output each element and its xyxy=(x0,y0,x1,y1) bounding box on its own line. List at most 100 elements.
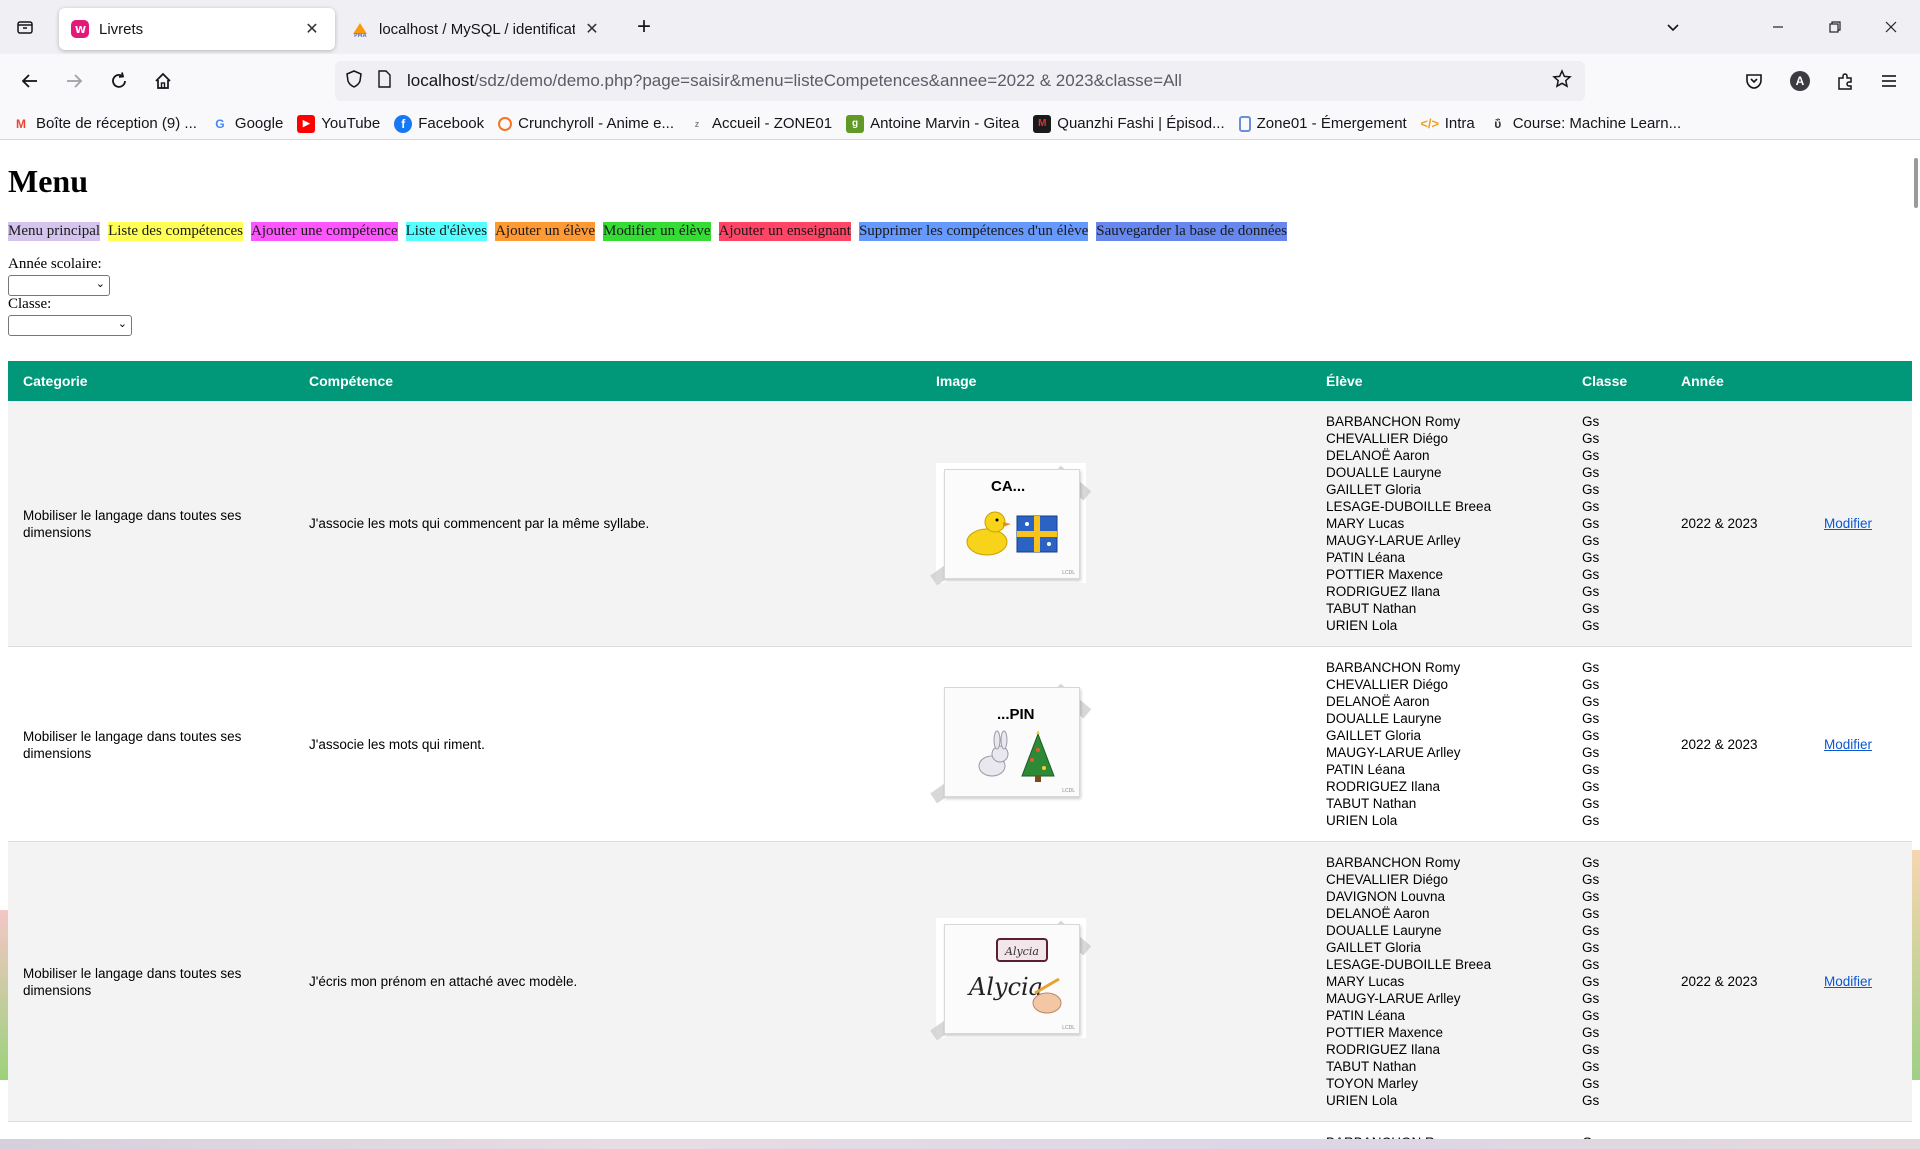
menu-link-main[interactable]: Menu principal xyxy=(8,222,101,241)
row-annee: 2022 & 2023 xyxy=(1681,974,1758,989)
row-annee: 2022 & 2023 xyxy=(1681,516,1758,531)
bookmarks-bar: M Boîte de réception (9) ... G Google ▶ You… xyxy=(0,108,1920,140)
account-avatar-icon[interactable]: A xyxy=(1784,65,1816,97)
modifier-link[interactable]: Modifier xyxy=(1824,516,1872,531)
google-icon: G xyxy=(215,116,225,131)
table-row: Mobiliser le langage dans toutes ses dim… xyxy=(8,842,1912,1122)
bookmark-gitea[interactable]: g Antoine Marvin - Gitea xyxy=(846,114,1019,133)
tab-title: Livrets xyxy=(99,20,144,38)
row-students: BARBANCHON Romy CHEVALLIER Diégo DAVIGNON … xyxy=(1326,855,1492,1108)
youtube-icon: ▶ xyxy=(297,114,316,133)
svg-text:PMA: PMA xyxy=(354,33,367,38)
close-tab-icon[interactable]: ✕ xyxy=(301,19,323,39)
menu-link-add-teacher[interactable]: Ajouter un enseignant xyxy=(718,222,851,241)
page-icon xyxy=(369,69,399,93)
bookmark-facebook[interactable]: f Facebook xyxy=(394,114,484,133)
reload-icon[interactable] xyxy=(103,65,135,97)
row-annee: 2022 & 2023 xyxy=(1681,737,1758,752)
url-path: /sdz/demo/demo.php?page=saisir&menu=list… xyxy=(474,71,1182,90)
svg-text:Alycia: Alycia xyxy=(1004,945,1039,958)
name-writing-illustration: Alycia Alycia xyxy=(967,938,1062,1014)
bookmark-gmail[interactable]: M Boîte de réception (9) ... xyxy=(12,115,197,133)
zone01-emargement-icon xyxy=(1238,115,1251,132)
bookmark-star-icon[interactable] xyxy=(1547,68,1577,94)
forward-arrow-icon[interactable] xyxy=(58,65,90,97)
bookmark-intra[interactable]: </> Intra xyxy=(1420,115,1474,133)
bookmark-google[interactable]: G Google xyxy=(211,115,283,133)
background-decoration xyxy=(1912,850,1920,1080)
menu-link-add-student[interactable]: Ajouter un élève xyxy=(495,222,596,241)
close-window-icon[interactable] xyxy=(1868,10,1914,44)
table-row: Mobiliser le langage dans toutes ses dim… xyxy=(8,647,1912,842)
chevron-down-icon: ⌄ xyxy=(95,278,105,290)
phpmyadmin-icon: PMA xyxy=(351,20,369,38)
menu-link-competences-list[interactable]: Liste des compétences xyxy=(108,222,244,241)
page-viewport: Menu Menu principal Liste des compétence… xyxy=(0,141,1920,1149)
gitea-icon: g xyxy=(846,114,865,133)
scrollbar-thumb[interactable] xyxy=(1914,158,1918,208)
bookmark-course[interactable]: ΰ Course: Machine Learn... xyxy=(1489,115,1681,133)
header-eleve: Élève xyxy=(1326,373,1363,389)
modifier-link[interactable]: Modifier xyxy=(1824,737,1872,752)
facebook-icon: f xyxy=(394,114,413,133)
menu-link-add-competence[interactable]: Ajouter une compétence xyxy=(251,222,398,241)
menu-link-delete-competences[interactable]: Supprimer les compétences d'un élève xyxy=(858,222,1089,241)
bookmark-youtube[interactable]: ▶ YouTube xyxy=(297,114,380,133)
menu-link-backup-db[interactable]: Sauvegarder la base de données xyxy=(1096,222,1288,241)
restore-icon[interactable] xyxy=(1812,10,1858,44)
bookmark-zone01-emargement[interactable]: Zone01 - Émergement xyxy=(1238,115,1407,132)
gmail-icon: M xyxy=(16,116,26,131)
new-tab-button[interactable]: + xyxy=(628,11,660,43)
bookmark-zone01[interactable]: z Accueil - ZONE01 xyxy=(688,115,832,133)
menu-link-edit-student[interactable]: Modifier un élève xyxy=(603,222,711,241)
table-row: Mobiliser le langage dans toutes ses dim… xyxy=(8,401,1912,647)
bookmark-quanzhi[interactable]: M Quanzhi Fashi | Épisod... xyxy=(1033,114,1225,133)
page-title: Menu xyxy=(8,163,88,199)
back-arrow-icon[interactable] xyxy=(14,65,46,97)
competences-table: Categorie Compétence Image Élève Classe … xyxy=(8,361,1912,1149)
year-label: Année scolaire: xyxy=(8,256,102,272)
wampserver-icon: W xyxy=(71,20,89,38)
class-label: Classe: xyxy=(8,296,52,312)
header-image: Image xyxy=(936,373,977,389)
tab-title: localhost / MySQL / identificati xyxy=(379,20,575,38)
svg-text:Alycia: Alycia xyxy=(967,973,1043,1001)
row-categorie: Mobiliser le langage dans toutes ses dim… xyxy=(23,729,242,761)
header-annee: Année xyxy=(1681,373,1724,389)
pocket-icon[interactable] xyxy=(1738,65,1770,97)
row-competence: J'associe les mots qui commencent par la… xyxy=(309,516,650,531)
url-host: localhost xyxy=(407,71,475,90)
competence-image: Alycia Alycia LCDL xyxy=(930,918,1092,1041)
extensions-icon[interactable] xyxy=(1829,65,1861,97)
row-classes: Gs Gs Gs Gs Gs Gs Gs Gs Gs Gs Gs Gs Gs xyxy=(1582,414,1600,633)
header-classe: Classe xyxy=(1582,373,1628,389)
class-select[interactable]: ⌄ xyxy=(8,315,132,336)
row-competence: J'associe les mots qui riment. xyxy=(309,737,485,752)
row-competence: J'écris mon prénom en attaché avec modèl… xyxy=(309,974,578,989)
home-icon[interactable] xyxy=(147,65,179,97)
navigation-bar: localhost/sdz/demo/demo.php?page=saisir&… xyxy=(0,54,1920,108)
background-decoration xyxy=(0,910,8,1080)
row-classes: Gs Gs Gs Gs Gs Gs Gs Gs Gs Gs Gs Gs Gs Gs Gs xyxy=(1582,855,1600,1108)
tab-bar: W Livrets ✕ PMA localhost / MySQL / iden… xyxy=(0,0,1920,54)
tab-livrets[interactable]: W Livrets ✕ xyxy=(59,8,335,50)
url-bar[interactable]: localhost/sdz/demo/demo.php?page=saisir&… xyxy=(335,61,1585,101)
modifier-link[interactable]: Modifier xyxy=(1824,974,1872,989)
list-tabs-icon[interactable] xyxy=(1657,11,1689,43)
menu-link-students-list[interactable]: Liste d'élèves xyxy=(405,222,488,241)
tab-phpmyadmin[interactable]: PMA localhost / MySQL / identificati ✕ xyxy=(339,8,615,50)
row-categorie: Mobiliser le langage dans toutes ses dim… xyxy=(23,966,242,998)
header-categorie: Categorie xyxy=(23,373,88,389)
tab-overview-icon[interactable] xyxy=(9,11,41,43)
duck-gift-illustration xyxy=(966,511,1058,556)
hamburger-menu-icon[interactable] xyxy=(1873,65,1905,97)
bookmark-crunchyroll[interactable]: Crunchyroll - Anime e... xyxy=(498,115,674,132)
row-students: BARBANCHON Romy CHEVALLIER Diégo DELANOË A… xyxy=(1326,414,1492,633)
close-tab-icon[interactable]: ✕ xyxy=(581,19,603,39)
minimize-icon[interactable] xyxy=(1755,10,1801,44)
year-select[interactable]: ⌄ xyxy=(8,275,110,296)
shield-icon[interactable] xyxy=(339,69,369,93)
menu-links: Menu principal Liste des compétences Ajo… xyxy=(8,222,1295,241)
taskbar-strip xyxy=(0,1139,1920,1149)
row-categorie: Mobiliser le langage dans toutes ses dim… xyxy=(23,508,242,540)
